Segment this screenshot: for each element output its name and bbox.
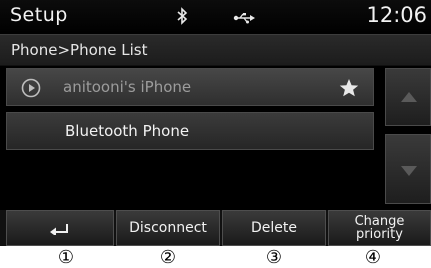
scroll-down-button[interactable] xyxy=(385,134,431,204)
phone-name: anitooni's iPhone xyxy=(63,78,192,96)
triangle-up-icon xyxy=(401,92,417,102)
back-button[interactable] xyxy=(6,210,114,246)
delete-label: Delete xyxy=(251,220,297,236)
bluetooth-icon xyxy=(176,7,188,25)
callout-marker-4: ④ xyxy=(364,247,382,268)
star-icon xyxy=(339,78,359,98)
callout-marker-3: ③ xyxy=(265,247,283,268)
scroll-up-button[interactable] xyxy=(385,68,431,126)
app-title: Setup xyxy=(10,4,68,26)
change-priority-label: Change priority xyxy=(354,214,405,242)
breadcrumb-bar: Phone>Phone List xyxy=(0,34,431,66)
triangle-down-icon xyxy=(401,166,417,176)
scroll-controls xyxy=(385,68,431,204)
phone-list: anitooni's iPhone Bluetooth Phone xyxy=(6,68,378,204)
phone-name: Bluetooth Phone xyxy=(65,122,190,140)
bottom-button-bar: Disconnect Delete Change priority xyxy=(0,210,431,246)
list-item-phone-1[interactable]: Bluetooth Phone xyxy=(6,112,374,150)
disconnect-button[interactable]: Disconnect xyxy=(116,210,220,246)
head-unit-screen: Setup 12:06 Phone>Phone List anitooni's … xyxy=(0,0,431,246)
list-item-phone-0[interactable]: anitooni's iPhone xyxy=(6,68,374,106)
change-priority-button[interactable]: Change priority xyxy=(328,210,431,246)
clock: 12:06 xyxy=(366,3,427,27)
status-bar: Setup 12:06 xyxy=(0,0,431,33)
back-arrow-icon xyxy=(50,224,68,235)
breadcrumb: Phone>Phone List xyxy=(11,41,148,59)
usb-icon xyxy=(233,9,255,24)
delete-button[interactable]: Delete xyxy=(222,210,326,246)
play-circle-icon xyxy=(21,78,41,98)
callout-marker-2: ② xyxy=(159,247,177,268)
callout-marker-1: ① xyxy=(57,247,75,268)
disconnect-label: Disconnect xyxy=(129,220,207,236)
